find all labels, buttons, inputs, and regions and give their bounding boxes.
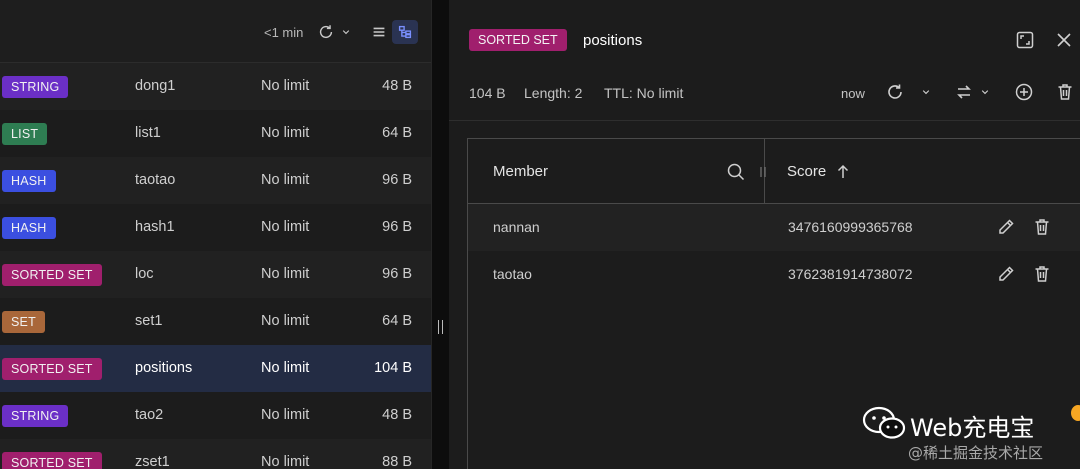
key-type-badge: HASH	[2, 170, 56, 192]
key-row[interactable]: SORTED SET loc No limit 96 B	[0, 251, 431, 298]
key-name: taotao	[135, 172, 176, 188]
key-name: list1	[135, 125, 161, 141]
key-name: hash1	[135, 219, 175, 235]
key-name: loc	[135, 266, 154, 282]
sort-ascending-icon[interactable]	[835, 163, 851, 181]
key-type-badge: STRING	[2, 76, 69, 98]
key-size: 64 B	[382, 125, 412, 141]
tree-view-icon[interactable]	[392, 20, 418, 44]
delete-icon[interactable]	[1032, 217, 1052, 237]
refresh-icon[interactable]	[316, 22, 336, 42]
key-size: 96 B	[382, 266, 412, 282]
key-ttl: No limit	[261, 313, 310, 329]
key-ttl: No limit	[261, 78, 310, 94]
key-size: 104 B	[374, 360, 412, 376]
chevron-down-icon[interactable]	[978, 84, 992, 100]
key-type-badge: SORTED SET	[2, 452, 102, 469]
add-member-icon[interactable]	[1014, 82, 1034, 102]
fullscreen-icon[interactable]	[1015, 30, 1035, 50]
key-ttl: No limit	[261, 407, 310, 423]
key-name: set1	[135, 313, 163, 329]
delete-key-icon[interactable]	[1055, 82, 1075, 102]
list-view-icon[interactable]	[369, 22, 389, 42]
header-separator	[449, 120, 1080, 121]
key-name: zset1	[135, 454, 170, 469]
watermark-subtitle: @稀土掘金技术社区	[908, 444, 1044, 462]
refresh-icon[interactable]	[885, 82, 905, 102]
wechat-logo-icon	[862, 406, 906, 439]
watermark: Web充电宝 @稀土掘金技术社区	[862, 400, 1080, 469]
key-type-badge: HASH	[2, 217, 56, 239]
key-row[interactable]: STRING tao2 No limit 48 B	[0, 392, 431, 439]
chevron-down-icon[interactable]	[919, 84, 933, 100]
key-size: 96 B	[382, 172, 412, 188]
key-row[interactable]: SORTED SET positions No limit 104 B	[0, 345, 431, 392]
key-size: 48 B	[382, 407, 412, 423]
column-header-member[interactable]: Member	[468, 139, 766, 204]
key-size: 104 B	[469, 85, 506, 101]
key-ttl: No limit	[261, 219, 310, 235]
key-row[interactable]: HASH hash1 No limit 96 B	[0, 204, 431, 251]
last-refresh-label: <1 min	[264, 25, 304, 40]
key-size: 96 B	[382, 219, 412, 235]
column-label-score: Score	[787, 163, 827, 180]
key-type-badge: STRING	[2, 405, 69, 427]
edit-icon[interactable]	[996, 217, 1016, 237]
key-ttl: No limit	[261, 360, 310, 376]
key-ttl: No limit	[261, 454, 310, 469]
chevron-down-icon[interactable]	[339, 22, 353, 42]
key-size: 48 B	[382, 78, 412, 94]
key-row[interactable]: STRING dong1 No limit 48 B	[0, 63, 431, 110]
search-icon[interactable]	[726, 162, 746, 182]
watermark-title: Web充电宝	[910, 414, 1035, 442]
key-row[interactable]: LIST list1 No limit 64 B	[0, 110, 431, 157]
key-row[interactable]: SET set1 No limit 64 B	[0, 298, 431, 345]
key-type-badge: SET	[2, 311, 45, 333]
member-value: taotao	[493, 266, 532, 282]
column-label-member: Member	[493, 163, 549, 180]
key-ttl: No limit	[261, 172, 310, 188]
key-type-badge: SORTED SET	[469, 29, 567, 51]
key-ttl: No limit	[261, 125, 310, 141]
key-ttl: No limit	[261, 266, 310, 282]
key-row[interactable]: SORTED SET zset1 No limit 88 B	[0, 439, 431, 469]
key-size: 88 B	[382, 454, 412, 469]
key-list-toolbar: <1 min	[0, 0, 431, 63]
member-row[interactable]: taotao 3762381914738072	[468, 251, 1080, 298]
delete-icon[interactable]	[1032, 264, 1052, 284]
key-length: Length: 2	[524, 85, 583, 101]
key-name: dong1	[135, 78, 176, 94]
member-row[interactable]: nannan 3476160999365768	[468, 204, 1080, 251]
score-value: 3476160999365768	[788, 219, 913, 235]
key-size: 64 B	[382, 313, 412, 329]
key-name: tao2	[135, 407, 164, 423]
key-row[interactable]: HASH taotao No limit 96 B	[0, 157, 431, 204]
score-value: 3762381914738072	[788, 266, 913, 282]
watermark-dot	[1071, 405, 1080, 421]
key-type-badge: LIST	[2, 123, 48, 145]
member-value: nannan	[493, 219, 540, 235]
format-switch-icon[interactable]	[954, 82, 974, 102]
panel-divider[interactable]	[431, 0, 449, 469]
key-ttl[interactable]: TTL: No limit	[604, 85, 683, 101]
key-type-badge: SORTED SET	[2, 358, 102, 380]
key-list-panel: <1 min STRING dong1 No limit 48 B LIST list1 N…	[0, 0, 431, 469]
last-refresh-label: now	[841, 86, 865, 101]
key-type-badge: SORTED SET	[2, 264, 102, 286]
key-name: positions	[135, 360, 193, 376]
key-detail-panel: SORTED SET positions 104 B Length: 2 TTL…	[449, 0, 1080, 469]
edit-icon[interactable]	[996, 264, 1016, 284]
column-header-score[interactable]: Score	[765, 139, 1080, 204]
key-name[interactable]: positions	[583, 32, 642, 49]
close-icon[interactable]	[1054, 30, 1074, 50]
resize-handle[interactable]	[438, 320, 443, 334]
